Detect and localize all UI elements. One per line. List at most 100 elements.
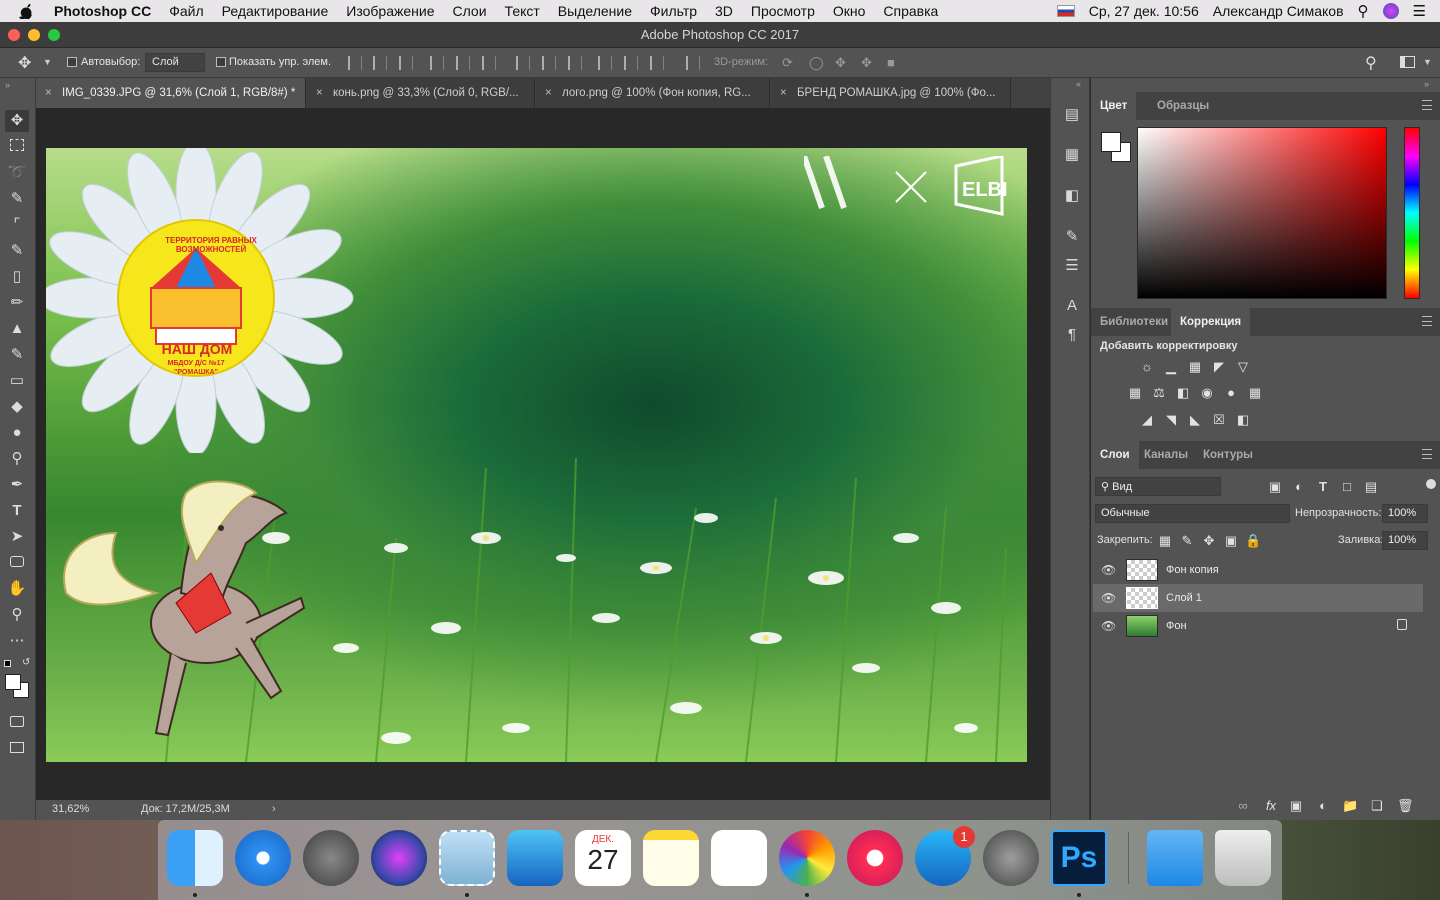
- spotlight-icon[interactable]: ⚲: [1358, 2, 1369, 20]
- selective-color-icon[interactable]: ☒: [1211, 413, 1227, 427]
- eraser-tool-icon[interactable]: ▭: [5, 370, 29, 392]
- hue-saturation-icon[interactable]: ▦: [1127, 386, 1143, 400]
- close-window-button[interactable]: [8, 29, 20, 41]
- lock-all-icon[interactable]: 🔒: [1245, 534, 1261, 548]
- menu-edit[interactable]: Редактирование: [222, 3, 329, 19]
- menu-filter[interactable]: Фильтр: [650, 3, 697, 19]
- blur-tool-icon[interactable]: ●: [5, 422, 29, 444]
- folder-icon[interactable]: [1147, 830, 1203, 886]
- layer-row[interactable]: 👁 Фон копия: [1093, 556, 1423, 584]
- doc-tab-1[interactable]: × IMG_0339.JPG @ 31,6% (Слой 1, RGB/8#) *: [36, 78, 306, 108]
- lasso-tool-icon[interactable]: ➰: [5, 162, 29, 184]
- notes-icon[interactable]: [643, 830, 699, 886]
- preview-icon[interactable]: [439, 830, 495, 886]
- brush-tool-icon[interactable]: ✏: [5, 292, 29, 314]
- hand-tool-icon[interactable]: ✋: [5, 578, 29, 600]
- filter-toggle-icon[interactable]: [1426, 479, 1436, 489]
- 3d-scale-icon[interactable]: ■: [887, 55, 895, 70]
- black-white-icon[interactable]: ◧: [1175, 386, 1191, 400]
- zoom-window-button[interactable]: [48, 29, 60, 41]
- close-icon[interactable]: ×: [780, 78, 787, 108]
- align-vcenter-icon[interactable]: [373, 56, 387, 70]
- brush-panel-icon[interactable]: ✎: [1062, 227, 1082, 247]
- zoom-level[interactable]: 31,62%: [52, 803, 89, 815]
- lock-position-icon[interactable]: ✥: [1201, 534, 1217, 548]
- photoshop-app-icon[interactable]: Ps: [1051, 830, 1107, 886]
- image-canvas[interactable]: ТЕРРИТОРИЯ РАВНЫХ ВОЗМОЖНОСТЕЙ НАШ ДОМ М…: [46, 148, 1027, 762]
- tab-adjustments[interactable]: Коррекция: [1171, 308, 1251, 336]
- align-left-icon[interactable]: [430, 56, 444, 70]
- menu-help[interactable]: Справка: [883, 3, 938, 19]
- layer-name[interactable]: Слой 1: [1166, 592, 1202, 604]
- color-field[interactable]: [1137, 127, 1387, 299]
- dodge-tool-icon[interactable]: ⚲: [5, 448, 29, 470]
- pen-tool-icon[interactable]: ✒: [5, 474, 29, 496]
- layer-filter-dropdown[interactable]: ⚲ Вид: [1095, 477, 1221, 496]
- photos-icon[interactable]: [779, 830, 835, 886]
- distribute-bottom-icon[interactable]: [568, 56, 582, 70]
- doc-tab-2[interactable]: × конь.png @ 33,3% (Слой 0, RGB/...: [307, 78, 535, 108]
- distribute-left-icon[interactable]: [598, 56, 612, 70]
- color-balance-icon[interactable]: ⚖: [1151, 386, 1167, 400]
- opacity-input[interactable]: 100%: [1382, 504, 1428, 523]
- menu-app-name[interactable]: Photoshop CC: [54, 3, 151, 19]
- fill-input[interactable]: 100%: [1382, 531, 1428, 550]
- shape-tool-icon[interactable]: [5, 552, 29, 574]
- brightness-icon[interactable]: ☼: [1139, 360, 1155, 374]
- layer-row-selected[interactable]: 👁 Слой 1: [1093, 584, 1423, 612]
- system-preferences-icon[interactable]: [983, 830, 1039, 886]
- status-menu-arrow-icon[interactable]: ›: [272, 803, 276, 815]
- tab-color[interactable]: Цвет: [1091, 92, 1137, 120]
- brush-settings-panel-icon[interactable]: ☰: [1062, 256, 1082, 276]
- zoom-tool-icon[interactable]: ⚲: [5, 604, 29, 626]
- vibrance-icon[interactable]: ▽: [1235, 360, 1251, 374]
- doc-tab-4[interactable]: × БРЕНД РОМАШКА.jpg @ 100% (Фо...: [771, 78, 1011, 108]
- tab-swatches[interactable]: Образцы: [1148, 92, 1218, 120]
- 3d-pan-icon[interactable]: ✥: [835, 55, 846, 71]
- move-tool-icon[interactable]: ✥: [5, 110, 29, 132]
- foreground-color-chip[interactable]: [1101, 132, 1121, 152]
- doc-size[interactable]: Док: 17,2M/25,3M: [141, 803, 230, 815]
- input-source-flag-icon[interactable]: [1056, 5, 1075, 17]
- clone-source-panel-icon[interactable]: ◧: [1062, 186, 1082, 206]
- finder-icon[interactable]: [167, 830, 223, 886]
- threshold-icon[interactable]: ◣: [1187, 413, 1203, 427]
- visibility-eye-icon[interactable]: 👁: [1101, 563, 1116, 577]
- paint-bucket-tool-icon[interactable]: ◆: [5, 396, 29, 418]
- trash-icon[interactable]: [1215, 830, 1271, 886]
- foreground-color-swatch[interactable]: [5, 674, 21, 690]
- filter-type-icon[interactable]: T: [1315, 480, 1331, 494]
- align-bottom-icon[interactable]: [399, 56, 413, 70]
- 3d-roll-icon[interactable]: ◯: [809, 55, 824, 71]
- distribute-vcenter-icon[interactable]: [542, 56, 556, 70]
- 3d-slide-icon[interactable]: ✥: [861, 55, 872, 71]
- photo-filter-icon[interactable]: ◉: [1199, 386, 1215, 400]
- search-icon[interactable]: ⚲: [1365, 53, 1377, 73]
- new-adjustment-icon[interactable]: ◐: [1315, 799, 1331, 813]
- notification-center-icon[interactable]: ☰: [1413, 2, 1426, 20]
- hue-slider[interactable]: [1404, 127, 1420, 299]
- siri-app-icon[interactable]: [371, 830, 427, 886]
- new-group-icon[interactable]: 📁: [1342, 799, 1358, 813]
- user-name[interactable]: Александр Симаков: [1213, 3, 1344, 19]
- siri-icon[interactable]: [1382, 3, 1399, 19]
- close-icon[interactable]: ×: [545, 78, 552, 108]
- autoselect-checkbox[interactable]: [67, 57, 77, 67]
- posterize-icon[interactable]: ◥: [1163, 413, 1179, 427]
- xcode-icon[interactable]: [507, 830, 563, 886]
- visibility-eye-icon[interactable]: 👁: [1101, 591, 1116, 605]
- menu-window[interactable]: Окно: [833, 3, 866, 19]
- tab-libraries[interactable]: Библиотеки: [1091, 308, 1177, 336]
- auto-align-icon[interactable]: [686, 56, 700, 70]
- layer-row[interactable]: 👁 Фон: [1093, 612, 1423, 640]
- lock-image-icon[interactable]: ✎: [1179, 534, 1195, 548]
- doc-tab-3[interactable]: × лого.png @ 100% (Фон копия, RG...: [536, 78, 770, 108]
- align-right-icon[interactable]: [482, 56, 496, 70]
- type-tool-icon[interactable]: T: [5, 500, 29, 522]
- expand-panels-icon[interactable]: «: [1076, 79, 1081, 89]
- launchpad-icon[interactable]: [303, 830, 359, 886]
- layer-name[interactable]: Фон копия: [1166, 564, 1219, 576]
- tab-channels[interactable]: Каналы: [1135, 441, 1197, 469]
- layer-name[interactable]: Фон: [1166, 620, 1187, 632]
- delete-layer-icon[interactable]: 🗑: [1397, 799, 1414, 813]
